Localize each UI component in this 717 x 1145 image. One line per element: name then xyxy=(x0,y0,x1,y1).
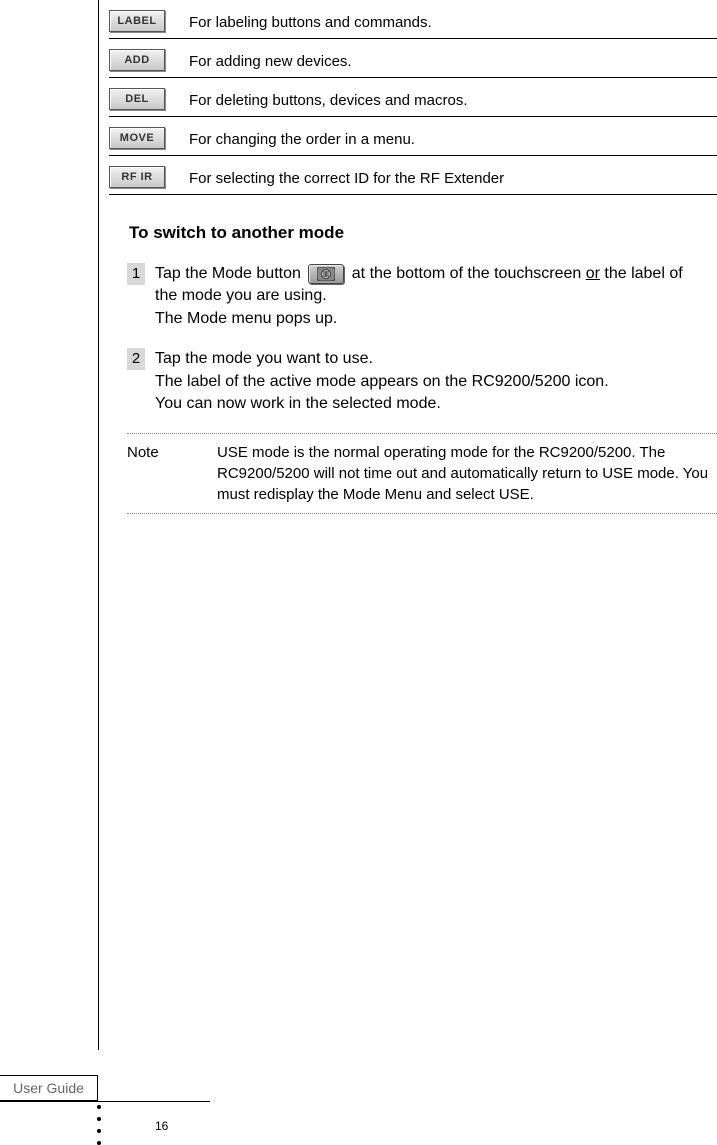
note-block: Note USE mode is the normal operating mo… xyxy=(127,433,717,514)
page-number: 16 xyxy=(155,1119,168,1133)
footer-dots-icon xyxy=(97,1105,101,1145)
step-2-text: Tap the mode you want to use. The label … xyxy=(155,348,717,415)
del-mode-desc: For deleting buttons, devices and macros… xyxy=(189,92,467,110)
del-mode-button[interactable]: DEL xyxy=(109,88,165,110)
step-2-line1: Tap the mode you want to use. xyxy=(155,350,373,367)
add-mode-desc: For adding new devices. xyxy=(189,53,352,71)
rfir-mode-desc: For selecting the correct ID for the RF … xyxy=(189,170,504,188)
mode-row-rfir: RF IR For selecting the correct ID for t… xyxy=(109,156,717,195)
step-2-line2: The label of the active mode appears on … xyxy=(155,373,609,390)
note-label: Note xyxy=(127,442,217,505)
mode-button-icon[interactable] xyxy=(308,264,344,284)
mode-row-del: DEL For deleting buttons, devices and ma… xyxy=(109,78,717,117)
add-mode-button[interactable]: ADD xyxy=(109,49,165,71)
note-text: USE mode is the normal operating mode fo… xyxy=(217,442,711,505)
section-title: To switch to another mode xyxy=(129,223,717,243)
step-1-pre: Tap the Mode button xyxy=(155,265,305,282)
step-2-number: 2 xyxy=(127,348,145,370)
step-1-post-a: at the bottom of the touchscreen xyxy=(352,265,586,282)
mode-row-move: MOVE For changing the order in a menu. xyxy=(109,117,717,156)
step-1-line2: The Mode menu pops up. xyxy=(155,310,337,327)
move-mode-button[interactable]: MOVE xyxy=(109,127,165,149)
label-mode-button[interactable]: LABEL xyxy=(109,10,165,32)
mode-row-label: LABEL For labeling buttons and commands. xyxy=(109,0,717,39)
rfir-mode-button[interactable]: RF IR xyxy=(109,166,165,188)
mode-row-add: ADD For adding new devices. xyxy=(109,39,717,78)
step-1-number: 1 xyxy=(127,263,145,285)
user-guide-tab: User Guide xyxy=(0,1075,98,1101)
step-2: 2 Tap the mode you want to use. The labe… xyxy=(127,348,717,415)
step-1-or: or xyxy=(586,265,600,282)
move-mode-desc: For changing the order in a menu. xyxy=(189,131,415,149)
footer-rule xyxy=(0,1101,210,1102)
step-1: 1 Tap the Mode button at the bottom of t… xyxy=(127,263,717,330)
page-content: LABEL For labeling buttons and commands.… xyxy=(98,0,717,1050)
step-1-text: Tap the Mode button at the bottom of the… xyxy=(155,263,717,330)
step-2-line3: You can now work in the selected mode. xyxy=(155,395,441,412)
label-mode-desc: For labeling buttons and commands. xyxy=(189,14,432,32)
